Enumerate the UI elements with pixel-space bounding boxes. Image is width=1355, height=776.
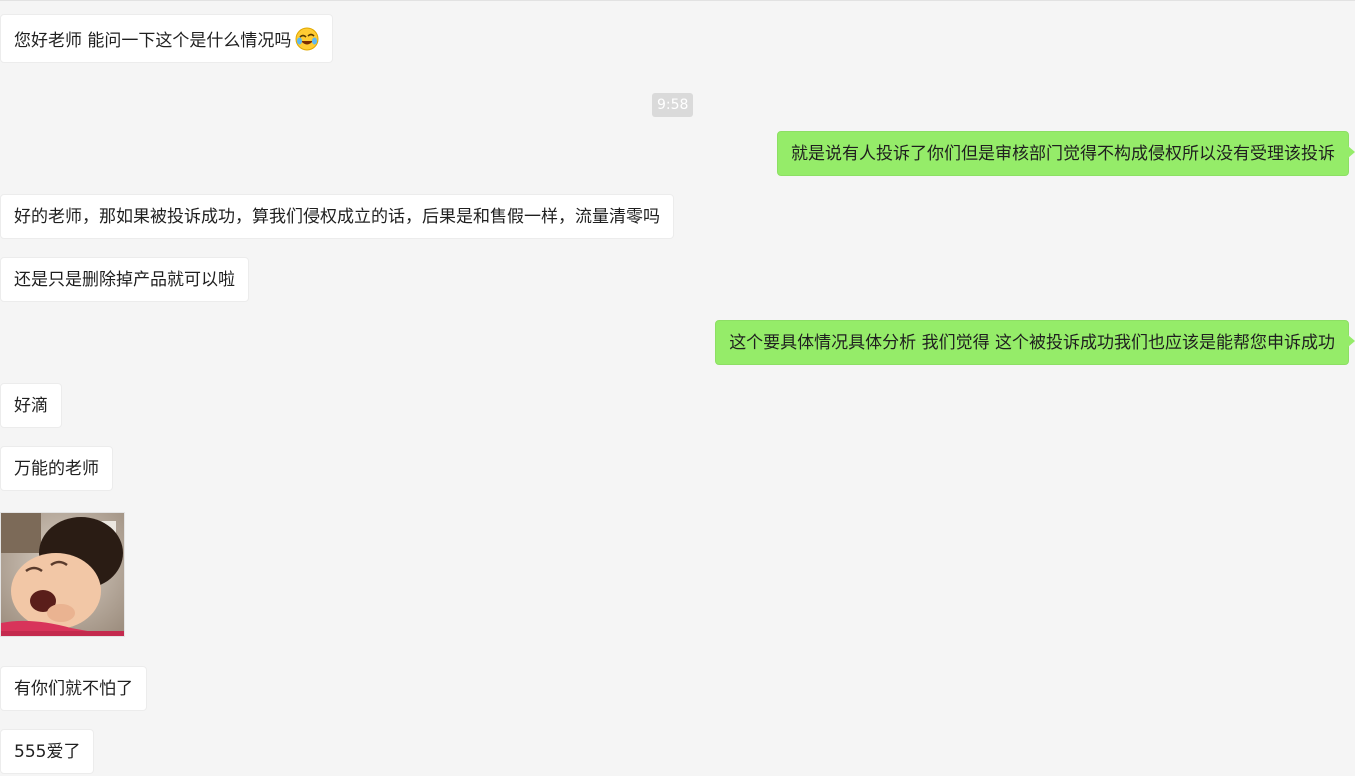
- message-text: 555爱了: [14, 742, 81, 762]
- message-text: 还是只是删除掉产品就可以啦: [14, 270, 235, 290]
- message-text: 这个要具体情况具体分析 我们觉得 这个被投诉成功我们也应该是能帮您申诉成功: [729, 333, 1335, 353]
- chat-message-list[interactable]: 您好老师 能问一下这个是什么情况吗 9:58 就是说有人投诉了你们但是审核部门觉…: [0, 0, 1355, 776]
- message-text: 有你们就不怕了: [14, 679, 133, 699]
- message-bubble-incoming[interactable]: 好的老师，那如果被投诉成功，算我们侵权成立的话，后果是和售假一样，流量清零吗: [0, 194, 674, 239]
- laughing-crying-emoji-icon: [295, 27, 319, 51]
- message-bubble-incoming[interactable]: 好滴: [0, 383, 62, 428]
- message-bubble-incoming[interactable]: 555爱了: [0, 729, 95, 774]
- message-text: 好滴: [14, 396, 48, 416]
- message-bubble-incoming[interactable]: 还是只是删除掉产品就可以啦: [0, 257, 249, 302]
- message-bubble-outgoing[interactable]: 这个要具体情况具体分析 我们觉得 这个被投诉成功我们也应该是能帮您申诉成功: [715, 320, 1355, 365]
- timestamp-label: 9:58: [652, 93, 694, 117]
- message-text: 好的老师，那如果被投诉成功，算我们侵权成立的话，后果是和售假一样，流量清零吗: [14, 207, 660, 227]
- message-bubble-incoming[interactable]: 万能的老师: [0, 446, 113, 491]
- message-bubble-incoming[interactable]: 您好老师 能问一下这个是什么情况吗: [0, 14, 334, 63]
- message-bubble-incoming[interactable]: 有你们就不怕了: [0, 666, 147, 711]
- laughing-baby-sticker[interactable]: [0, 512, 125, 637]
- message-text: 万能的老师: [14, 459, 99, 479]
- message-text: 您好老师 能问一下这个是什么情况吗: [14, 31, 292, 51]
- message-bubble-outgoing[interactable]: 就是说有人投诉了你们但是审核部门觉得不构成侵权所以没有受理该投诉: [777, 131, 1355, 176]
- message-text: 就是说有人投诉了你们但是审核部门觉得不构成侵权所以没有受理该投诉: [791, 144, 1335, 164]
- sticker-image: [1, 513, 124, 636]
